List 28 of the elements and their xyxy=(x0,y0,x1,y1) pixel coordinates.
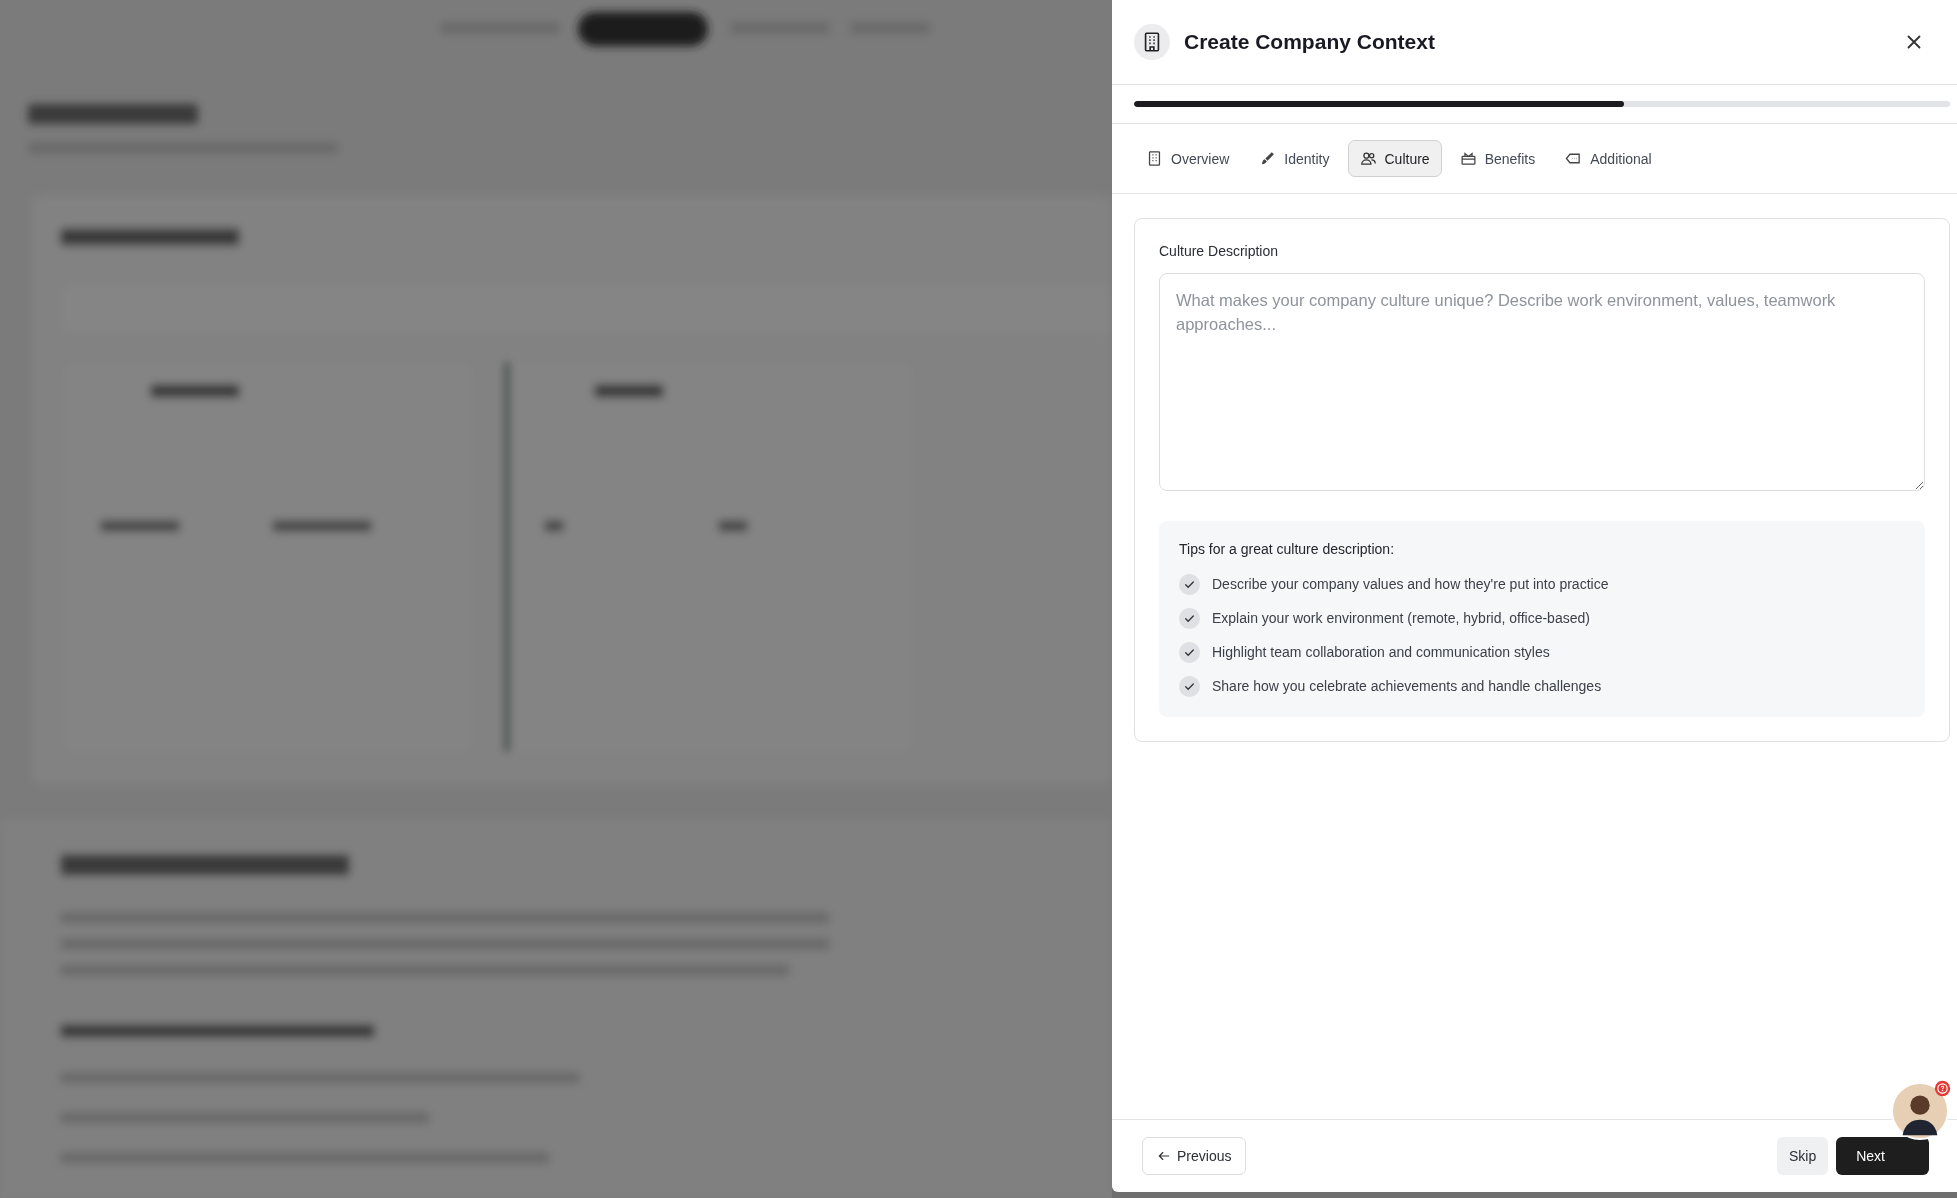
users-icon xyxy=(1359,150,1377,167)
check-icon xyxy=(1179,573,1200,595)
check-icon xyxy=(1179,675,1200,697)
tip-text: Describe your company values and how they're put into practice xyxy=(1212,576,1609,592)
arrow-left-icon xyxy=(1157,1149,1171,1163)
check-icon xyxy=(1179,607,1200,629)
tip-text: Explain your work environment (remote, hybrid, office-based) xyxy=(1212,610,1590,626)
tab[interactable]: Benefits xyxy=(1447,140,1548,177)
brush-icon xyxy=(1259,150,1277,167)
tip-text: Highlight team collaboration and communication styles xyxy=(1212,644,1550,660)
gift-icon xyxy=(1459,150,1477,167)
tab[interactable]: Culture xyxy=(1347,140,1442,177)
skip-button[interactable]: Skip xyxy=(1776,1137,1829,1175)
previous-button[interactable]: Previous xyxy=(1142,1137,1247,1175)
avatar-icon[interactable] xyxy=(1891,1082,1949,1140)
tab[interactable]: Identity xyxy=(1247,140,1342,177)
tab[interactable]: Additional xyxy=(1553,140,1664,177)
tip-text: Share how you celebrate achievements and handle challenges xyxy=(1212,678,1602,694)
tips-title: Tips for a great culture description: xyxy=(1179,541,1396,557)
culture-description-field[interactable]: What makes your company culture unique? Describe work environment, values, teamwork approaches... xyxy=(1159,273,1925,491)
field-label: Culture Description xyxy=(1159,243,1280,259)
next-button[interactable]: Next xyxy=(1836,1137,1929,1175)
building-icon xyxy=(1146,150,1163,167)
building-icon xyxy=(1134,24,1170,60)
tab[interactable]: Overview xyxy=(1134,140,1242,177)
check-icon xyxy=(1179,641,1200,663)
help-badge-icon[interactable] xyxy=(1934,1080,1951,1097)
dialog-title: Create Company Context xyxy=(1184,30,1436,54)
